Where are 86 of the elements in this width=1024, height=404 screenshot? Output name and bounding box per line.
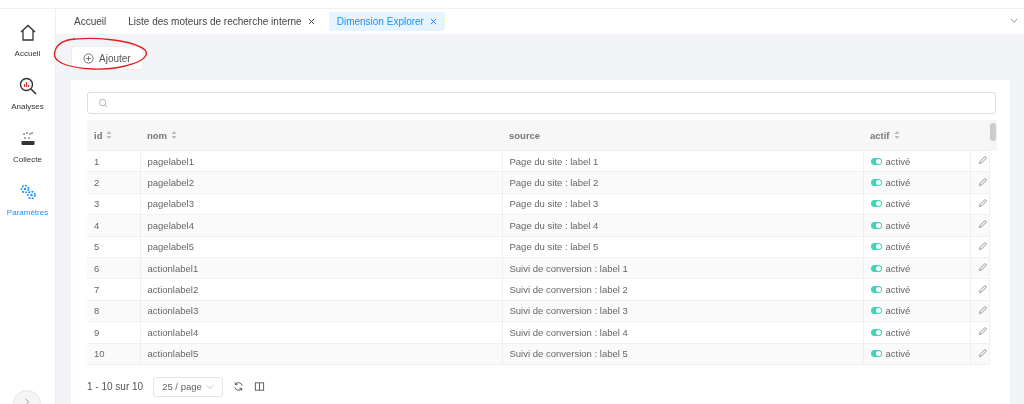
magnifier-chart-icon — [17, 76, 38, 96]
page-size-select[interactable]: 25 / page — [153, 376, 224, 397]
close-icon[interactable] — [307, 18, 315, 25]
plus-circle-icon — [83, 52, 94, 64]
add-button[interactable]: Ajouter — [71, 46, 143, 70]
table-cell: pagelabel2 — [147, 177, 194, 189]
table-cell: actionlabel2 — [147, 284, 199, 296]
table-cell: 1 — [94, 155, 100, 167]
table-cell: Suivi de conversion : label 5 — [509, 348, 628, 360]
status-text: activé — [885, 155, 911, 167]
table-cell: pagelabel5 — [147, 241, 194, 253]
pencil-icon[interactable] — [977, 326, 988, 337]
sidebar-item[interactable]: Accueil — [0, 23, 55, 58]
scrollbar[interactable] — [990, 123, 996, 141]
tab[interactable]: Liste des moteurs de recherche interne — [120, 12, 323, 31]
search-field[interactable] — [87, 92, 996, 114]
table-cell: Page du site : label 4 — [509, 219, 599, 231]
status-text: activé — [885, 177, 911, 189]
toggle-switch[interactable] — [870, 328, 882, 336]
table-cell: actionlabel3 — [147, 305, 199, 317]
chevron-down-icon[interactable] — [1010, 18, 1018, 24]
pencil-icon[interactable] — [977, 262, 988, 273]
table-cell: 4 — [94, 219, 100, 231]
table-cell: pagelabel4 — [147, 219, 194, 231]
table-cell: Page du site : label 3 — [509, 198, 599, 210]
table-cell: actionlabel5 — [147, 348, 199, 360]
status-text: activé — [885, 198, 911, 210]
pencil-icon[interactable] — [977, 176, 988, 187]
pencil-icon[interactable] — [977, 283, 988, 294]
table-cell: 6 — [94, 262, 100, 274]
tab[interactable]: Accueil — [66, 12, 115, 31]
columns-icon[interactable] — [254, 381, 266, 393]
pencil-icon[interactable] — [977, 219, 988, 230]
toggle-switch[interactable] — [870, 157, 882, 165]
table-cell: actionlabel1 — [147, 262, 199, 274]
status-text: activé — [885, 284, 911, 296]
toggle-switch[interactable] — [870, 221, 882, 229]
table-cell: Page du site : label 5 — [509, 241, 599, 253]
pencil-icon[interactable] — [977, 347, 988, 358]
status-text: activé — [885, 262, 911, 274]
toggle-switch[interactable] — [870, 243, 882, 251]
status-text: activé — [885, 348, 911, 360]
table-cell: 10 — [94, 348, 105, 360]
table-cell: 8 — [94, 305, 100, 317]
table-cell: Page du site : label 1 — [509, 155, 599, 167]
column-header: actif — [870, 129, 890, 141]
pencil-icon[interactable] — [977, 197, 988, 208]
sort-icon[interactable] — [106, 130, 113, 140]
chevron-down-icon — [206, 382, 215, 391]
search-icon — [98, 97, 109, 109]
status-text: activé — [885, 326, 911, 338]
table-cell: pagelabel1 — [147, 155, 194, 167]
table-cell: Suivi de conversion : label 1 — [509, 262, 628, 274]
table-cell: actionlabel4 — [147, 326, 199, 338]
sort-icon[interactable] — [171, 130, 178, 140]
table-cell: 3 — [94, 198, 100, 210]
table-cell: Page du site : label 2 — [509, 177, 599, 189]
sidebar-item[interactable]: Analyses — [0, 76, 55, 111]
toggle-switch[interactable] — [870, 264, 882, 272]
sidebar-item[interactable]: Collecte — [0, 129, 55, 164]
table-cell: Suivi de conversion : label 3 — [509, 305, 628, 317]
refresh-icon[interactable] — [233, 381, 245, 393]
status-text: activé — [885, 241, 911, 253]
chevron-right-icon — [23, 398, 31, 404]
pencil-icon[interactable] — [977, 155, 988, 166]
toggle-switch[interactable] — [870, 286, 882, 294]
table-cell: 5 — [94, 241, 100, 253]
status-text: activé — [885, 305, 911, 317]
column-header: nom — [147, 129, 168, 141]
table-cell: 9 — [94, 326, 100, 338]
table-cell: Suivi de conversion : label 2 — [509, 284, 628, 296]
pencil-icon[interactable] — [977, 304, 988, 315]
table-cell: Suivi de conversion : label 4 — [509, 326, 628, 338]
toggle-switch[interactable] — [870, 350, 882, 358]
column-header: source — [509, 129, 541, 141]
pencil-icon[interactable] — [977, 240, 988, 251]
toggle-switch[interactable] — [870, 179, 882, 187]
table-cell: 7 — [94, 284, 100, 296]
pagination-summary: 1 - 10 sur 10 — [87, 381, 144, 393]
toggle-switch[interactable] — [870, 307, 882, 315]
column-header: id — [94, 129, 103, 141]
status-text: activé — [885, 219, 911, 231]
sort-icon[interactable] — [893, 130, 900, 140]
table-cell: pagelabel3 — [147, 198, 194, 210]
table-cell: 2 — [94, 177, 100, 189]
toggle-switch[interactable] — [870, 200, 882, 208]
